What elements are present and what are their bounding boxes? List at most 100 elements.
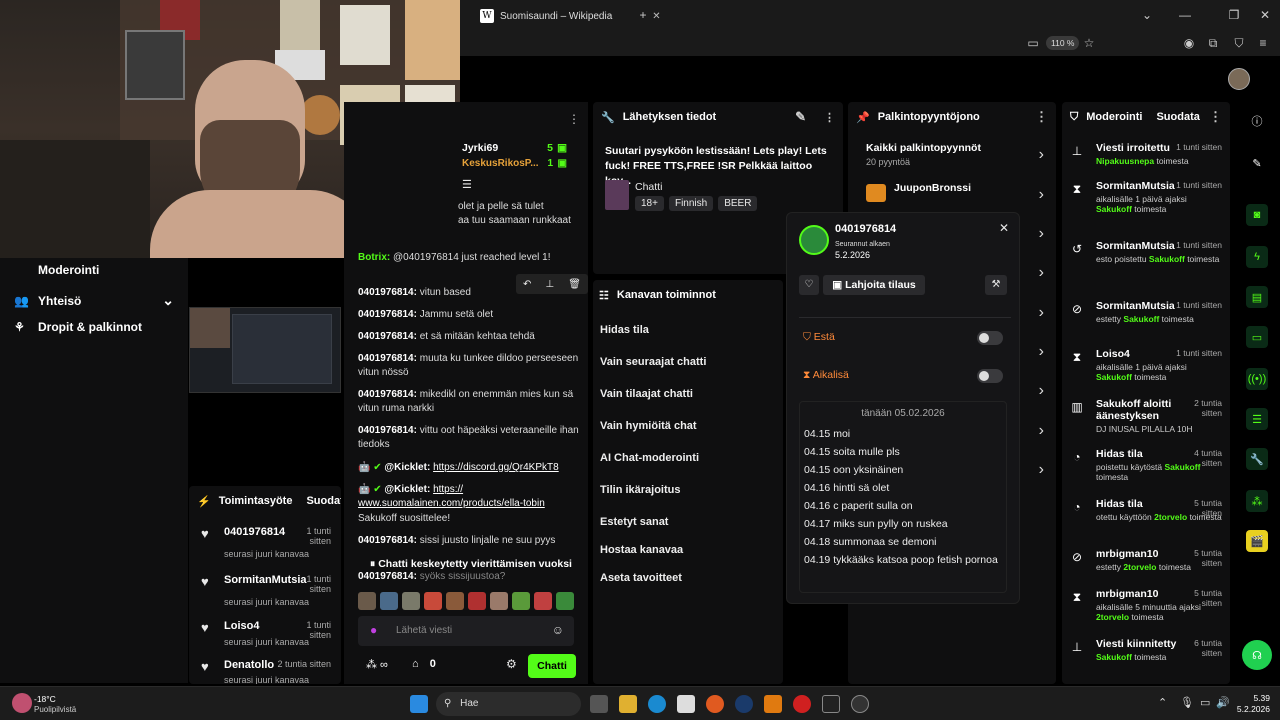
info-icon[interactable]: ⓘ — [1246, 110, 1268, 132]
taskbar-search[interactable]: ⚲ Hae — [436, 692, 581, 716]
collapse-icon[interactable]: ☰ — [462, 178, 472, 191]
browser-tab[interactable]: W Suomisaundi – Wikipedia ✕ — [480, 5, 661, 27]
emote[interactable] — [380, 592, 398, 610]
lightning-icon[interactable]: ϟ — [1246, 246, 1268, 268]
emote[interactable] — [490, 592, 508, 610]
panel-menu-icon[interactable]: ⋮ — [1209, 109, 1222, 125]
timeout-toggle[interactable] — [977, 369, 1003, 383]
emote[interactable] — [446, 592, 464, 610]
mod-log-item[interactable]: ⧗ mrbigman10 5 tuntia sitten aikalisälle 5 … — [1070, 588, 1226, 632]
chevron-right-icon[interactable]: › — [1039, 304, 1044, 322]
mod-log-item[interactable]: ⊘ SormitanMutsia 1 tunti sitten estetty Sak… — [1070, 300, 1226, 344]
mod-log-item[interactable]: ◔ Hidas tila 5 tuntia sitten otettu käyttöö… — [1070, 498, 1226, 542]
mod-log-item[interactable]: ⊥ Viesti kiinnitetty 6 tuntia sitten Sakuko… — [1070, 638, 1226, 682]
account-icon[interactable]: ◉ — [1182, 36, 1196, 50]
tray-chevron-icon[interactable]: ⌃ — [1158, 696, 1167, 709]
mod-tool-button[interactable]: ⚒ — [985, 275, 1007, 295]
tag[interactable]: BEER — [718, 196, 758, 211]
emote[interactable] — [424, 592, 442, 610]
terminal-icon[interactable] — [822, 695, 840, 713]
panel-menu-icon[interactable]: ⋮ — [824, 111, 835, 124]
reader-view-icon[interactable]: ▭ — [1026, 36, 1040, 50]
chevron-right-icon[interactable]: › — [1039, 225, 1044, 243]
action-subscribers-only[interactable]: Vain tilaajat chatti — [600, 388, 693, 400]
action-banned-words[interactable]: Estetyt sanat — [600, 516, 668, 528]
tag[interactable]: Finnish — [668, 196, 714, 211]
stream-preview[interactable] — [189, 307, 341, 393]
block-toggle[interactable] — [977, 331, 1003, 345]
chevron-right-icon[interactable]: › — [1039, 343, 1044, 361]
gift-counter[interactable]: ⌂ 0 — [412, 658, 436, 670]
heart-button[interactable]: ♡ — [799, 275, 819, 295]
stream-category[interactable]: Chatti — [635, 181, 662, 193]
firefox-icon[interactable] — [706, 695, 724, 713]
document-icon[interactable]: ▤ — [1246, 286, 1268, 308]
microphone-icon[interactable]: 🎙 — [1180, 696, 1194, 709]
edge-icon[interactable] — [648, 695, 666, 713]
emote[interactable] — [358, 592, 376, 610]
clock-date[interactable]: 5.2.2026 — [1226, 704, 1270, 714]
action-set-goals[interactable]: Aseta tavoitteet — [600, 572, 682, 584]
action-account-age[interactable]: Tilin ikärajoitus — [600, 484, 681, 496]
close-tab-icon[interactable]: ✕ — [652, 11, 660, 22]
chevron-right-icon[interactable]: › — [1039, 264, 1044, 282]
all-rewards-link[interactable]: Kaikki palkintopyynnöt — [866, 142, 981, 154]
broadcast-icon[interactable]: ((•)) — [1246, 368, 1268, 390]
filter-button[interactable]: Suodata — [306, 495, 341, 507]
panel-menu-icon[interactable]: ⋮ — [1035, 109, 1048, 125]
vlc-icon[interactable] — [764, 695, 782, 713]
close-window-button[interactable]: ✕ — [1258, 8, 1272, 22]
maximize-button[interactable]: ❐ — [1227, 8, 1241, 22]
gift-sub-button[interactable]: ▣ Lahjoita tilaus — [823, 275, 925, 295]
emote[interactable] — [468, 592, 486, 610]
mod-log-item[interactable]: ⊘ mrbigman10 5 tuntia sitten estetty 2torve… — [1070, 548, 1226, 592]
avatar[interactable] — [1228, 68, 1250, 90]
file-explorer-icon[interactable] — [619, 695, 637, 713]
camera-icon[interactable]: ◙ — [1246, 204, 1268, 226]
emote[interactable] — [556, 592, 574, 610]
network-icon[interactable]: ▭ — [1200, 696, 1210, 709]
opera-icon[interactable] — [793, 695, 811, 713]
task-view-icon[interactable] — [590, 695, 608, 713]
clock-time[interactable]: 5.39 — [1242, 693, 1270, 703]
emote[interactable] — [402, 592, 420, 610]
chevron-right-icon[interactable]: › — [1039, 382, 1044, 400]
chevron-right-icon[interactable]: › — [1039, 422, 1044, 440]
edit-icon[interactable]: ✎ — [795, 109, 806, 125]
bookmark-star-icon[interactable]: ☆ — [1082, 36, 1096, 50]
chat-input[interactable]: ● Lähetä viesti ☺ — [358, 616, 574, 646]
store-icon[interactable] — [677, 695, 695, 713]
filter-button[interactable]: Suodata — [1156, 111, 1199, 123]
steam-icon[interactable] — [735, 695, 753, 713]
chat-paused-banner[interactable]: ⏸ Chatti keskeytetty vierittämisen vuoks… — [358, 556, 584, 572]
mod-log-item[interactable]: ⧗ SormitanMutsia 1 tunti sitten aikalisälle… — [1070, 180, 1226, 224]
chat-bubble-icon[interactable]: ▭ — [1246, 326, 1268, 348]
mod-log-item[interactable]: ◔ Hidas tila 4 tuntia sitten poistettu käyt… — [1070, 448, 1226, 492]
action-ai-moderation[interactable]: AI Chat-moderointi — [600, 452, 699, 464]
action-host-channel[interactable]: Hostaa kanavaa — [600, 544, 683, 556]
username[interactable]: 0401976814 — [835, 223, 896, 235]
pencil-icon[interactable]: ✎ — [1246, 152, 1268, 174]
send-chat-button[interactable]: Chatti — [528, 654, 576, 678]
shield-icon[interactable]: ⛉ — [1232, 36, 1246, 50]
reward-name[interactable]: JuuponBronssi — [894, 182, 971, 194]
weather-icon[interactable] — [12, 693, 32, 713]
emoji-icon[interactable]: ☺ — [552, 623, 564, 637]
chevron-right-icon[interactable]: › — [1039, 146, 1044, 164]
mod-log-item[interactable]: ↺ SormitanMutsia 1 tunti sitten esto poiste… — [1070, 240, 1226, 284]
new-tab-button[interactable]: + — [636, 8, 650, 22]
chat-menu-icon[interactable]: ⋮ — [568, 112, 580, 126]
points-icon[interactable]: ⁂ ∞ — [366, 658, 388, 671]
nav-drops-rewards[interactable]: ⚘ Dropit & palkinnot — [14, 320, 142, 334]
close-icon[interactable]: ✕ — [999, 221, 1009, 235]
layout-icon[interactable]: ☰ — [1246, 408, 1268, 430]
mod-log-item[interactable]: ▥ Sakukoff aloitti äänestyksen 2 tuntia si… — [1070, 398, 1226, 442]
action-slow-mode[interactable]: Hidas tila — [600, 324, 649, 336]
windows-start-icon[interactable] — [410, 695, 428, 713]
zoom-indicator[interactable]: 110 % — [1046, 36, 1080, 50]
network-icon[interactable]: ⁂ — [1246, 490, 1268, 512]
extensions-icon[interactable]: ⧉ — [1206, 36, 1220, 50]
obs-icon[interactable] — [851, 695, 869, 713]
top-user-row[interactable]: Jyrki69 5 ▣ — [462, 142, 567, 154]
top-user-row[interactable]: KeskusRikosP... 1 ▣ — [462, 158, 567, 169]
